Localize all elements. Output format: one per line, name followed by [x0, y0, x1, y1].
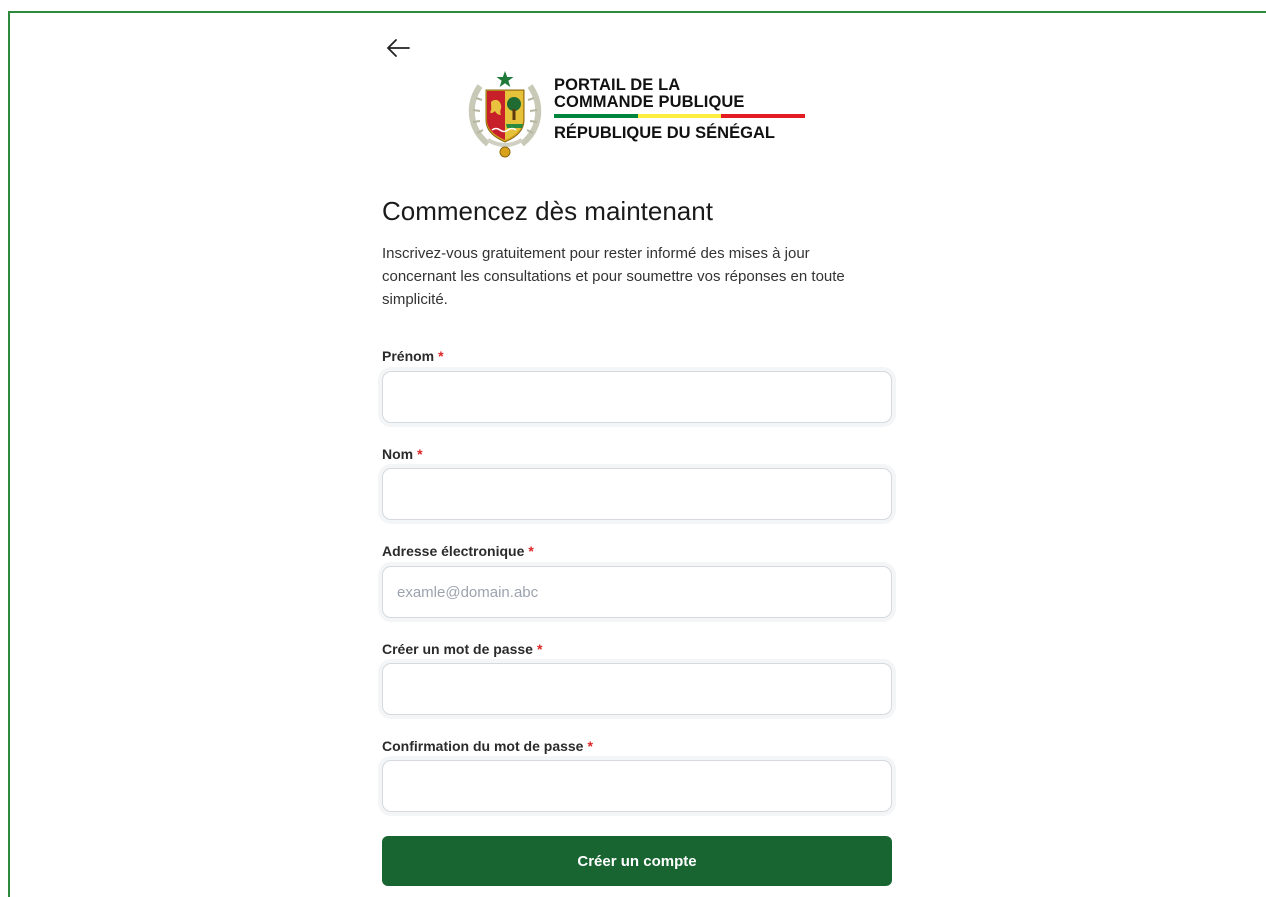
first-name-label-text: Prénom — [382, 348, 435, 364]
brand-title-line1: PORTAIL DE LA — [554, 76, 681, 94]
brand-header: PORTAIL DE LA COMMANDE PUBLIQUE RÉPUBLIQ… — [466, 68, 816, 160]
flag-yellow-stripe — [637, 114, 722, 118]
brand-subtitle: RÉPUBLIQUE DU SÉNÉGAL — [554, 124, 775, 142]
create-account-button[interactable]: Créer un compte — [382, 836, 892, 886]
first-name-input[interactable] — [382, 371, 892, 423]
first-name-label: Prénom * — [382, 348, 444, 364]
brand-text: PORTAIL DE LA COMMANDE PUBLIQUE RÉPUBLIQ… — [554, 76, 806, 142]
confirm-password-label-text: Confirmation du mot de passe — [382, 738, 584, 754]
email-label-text: Adresse électronique — [382, 543, 525, 559]
brand-title-line2: COMMANDE PUBLIQUE — [554, 93, 745, 111]
required-marker: * — [536, 641, 543, 657]
email-label: Adresse électronique * — [382, 543, 534, 559]
confirm-password-input[interactable] — [382, 760, 892, 812]
required-marker: * — [417, 446, 423, 462]
last-name-label: Nom * — [382, 446, 423, 462]
password-label-text: Créer un mot de passe — [382, 641, 533, 657]
flag-color-bar — [554, 114, 806, 118]
required-marker: * — [528, 543, 534, 559]
required-marker: * — [438, 348, 444, 364]
password-label: Créer un mot de passe * — [382, 641, 542, 657]
back-button[interactable] — [383, 34, 413, 62]
flag-green-stripe — [554, 114, 638, 118]
arrow-left-icon — [387, 39, 410, 57]
last-name-input[interactable] — [382, 468, 892, 520]
password-input[interactable] — [382, 663, 892, 715]
email-input[interactable] — [382, 566, 892, 618]
confirm-password-label: Confirmation du mot de passe * — [382, 738, 593, 754]
intro-text: Inscrivez-vous gratuitement pour rester … — [382, 245, 845, 308]
flag-red-stripe — [721, 114, 806, 118]
last-name-label-text: Nom — [382, 446, 414, 462]
required-marker: * — [587, 738, 593, 754]
page-title: Commencez dès maintenant — [382, 196, 713, 226]
senegal-coat-of-arms-emblem — [468, 71, 542, 158]
